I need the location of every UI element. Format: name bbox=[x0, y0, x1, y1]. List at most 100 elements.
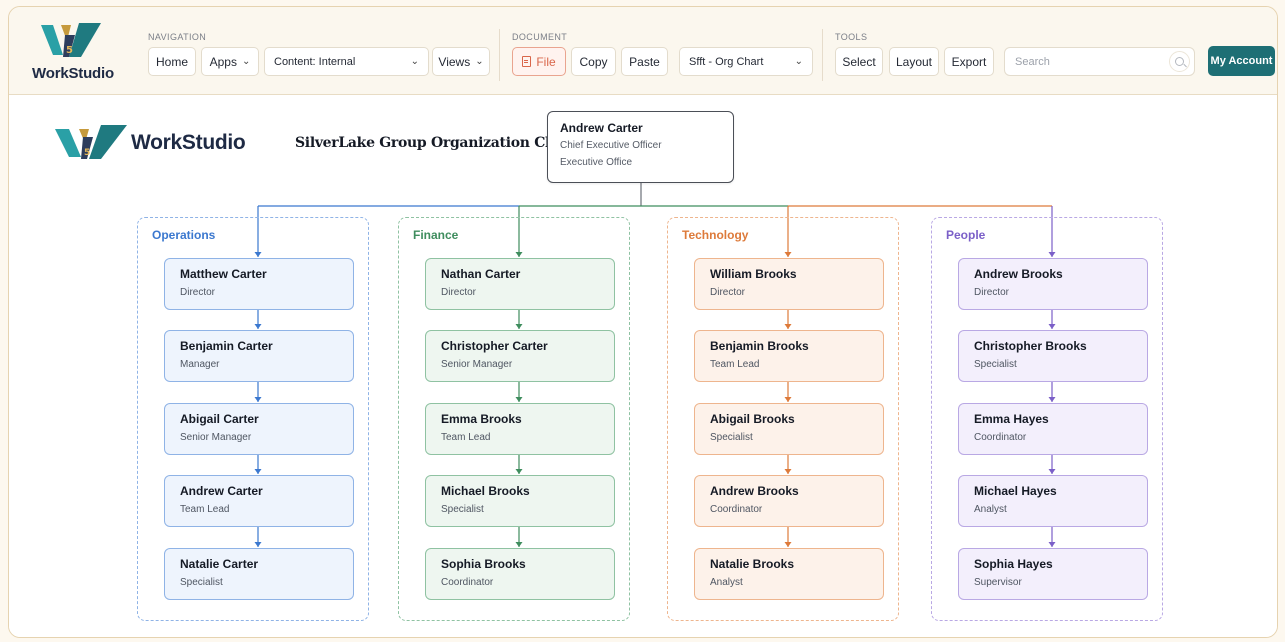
chart-title: SilverLake Group Organization Chart bbox=[295, 135, 577, 151]
copy-button[interactable]: Copy bbox=[571, 47, 616, 76]
employee-card[interactable]: William Brooks Director bbox=[694, 258, 884, 310]
brand-name: WorkStudio bbox=[32, 65, 114, 82]
file-button[interactable]: File bbox=[512, 47, 566, 76]
layout-button[interactable]: Layout bbox=[889, 47, 939, 76]
employee-name: Emma Brooks bbox=[441, 412, 522, 426]
department-column: Technology William Brooks Director Benjamin… bbox=[667, 217, 899, 621]
employee-name: Sophia Hayes bbox=[974, 557, 1053, 571]
chart-canvas[interactable]: 5 WorkStudio SilverLake Group Organizati… bbox=[9, 95, 1277, 637]
employee-card[interactable]: Abigail Brooks Specialist bbox=[694, 403, 884, 455]
canvas-brand: 5 WorkStudio bbox=[55, 123, 265, 163]
employee-card[interactable]: Benjamin Carter Manager bbox=[164, 330, 354, 382]
employee-card[interactable]: Christopher Carter Senior Manager bbox=[425, 330, 615, 382]
employee-role: Team Lead bbox=[710, 359, 760, 370]
employee-name: Sophia Brooks bbox=[441, 557, 526, 571]
department-title: Finance bbox=[413, 228, 459, 242]
employee-role: Specialist bbox=[441, 504, 484, 515]
employee-role: Director bbox=[710, 287, 746, 298]
document-select[interactable]: Sfft - Org Chart ⌄ bbox=[679, 47, 813, 76]
employee-role: Team Lead bbox=[441, 432, 491, 443]
employee-name: William Brooks bbox=[710, 267, 797, 281]
employee-role: Coordinator bbox=[710, 504, 763, 515]
svg-text:5: 5 bbox=[66, 45, 73, 56]
employee-name: Natalie Carter bbox=[180, 557, 259, 571]
employee-card[interactable]: Nathan Carter Director bbox=[425, 258, 615, 310]
content-select[interactable]: Content: Internal ⌄ bbox=[264, 47, 429, 76]
views-menu[interactable]: Views ⌄ bbox=[432, 47, 490, 76]
search-placeholder: Search bbox=[1015, 56, 1050, 68]
app-window: 5 WorkStudio NAVIGATION Home Apps ⌄ Cont… bbox=[8, 6, 1278, 638]
paste-button[interactable]: Paste bbox=[621, 47, 668, 76]
file-button-label: File bbox=[536, 54, 556, 69]
employee-name: Matthew Carter bbox=[180, 267, 267, 281]
content-select-value: Content: Internal bbox=[274, 55, 356, 68]
employee-role: Manager bbox=[180, 359, 220, 370]
employee-name: Natalie Brooks bbox=[710, 557, 795, 571]
my-account-button[interactable]: My Account bbox=[1208, 46, 1275, 76]
employee-card[interactable]: Andrew Brooks Coordinator bbox=[694, 475, 884, 527]
search-field[interactable]: Search bbox=[1004, 47, 1195, 76]
employee-card[interactable]: Michael Hayes Analyst bbox=[958, 475, 1148, 527]
document-group-label: DOCUMENT bbox=[512, 32, 568, 42]
employee-role: Director bbox=[441, 287, 477, 298]
employee-card[interactable]: Abigail Carter Senior Manager bbox=[164, 403, 354, 455]
employee-card[interactable]: Matthew Carter Director bbox=[164, 258, 354, 310]
export-button[interactable]: Export bbox=[944, 47, 994, 76]
employee-role: Analyst bbox=[974, 504, 1007, 515]
employee-name: Christopher Carter bbox=[441, 339, 548, 353]
chevron-down-icon: ⌄ bbox=[475, 56, 484, 67]
employee-name: Christopher Brooks bbox=[974, 339, 1087, 353]
employee-card[interactable]: Natalie Carter Specialist bbox=[164, 548, 354, 600]
employee-role: Coordinator bbox=[441, 577, 494, 588]
navigation-group-label: NAVIGATION bbox=[148, 32, 207, 42]
department-column: Operations Matthew Carter Director Benjamin… bbox=[137, 217, 369, 621]
employee-card[interactable]: Christopher Brooks Specialist bbox=[958, 330, 1148, 382]
search-icon[interactable] bbox=[1169, 51, 1190, 72]
employee-card[interactable]: Natalie Brooks Analyst bbox=[694, 548, 884, 600]
employee-name: Benjamin Brooks bbox=[710, 339, 809, 353]
employee-name: Nathan Carter bbox=[441, 267, 521, 281]
employee-card[interactable]: Benjamin Brooks Team Lead bbox=[694, 330, 884, 382]
brand[interactable]: 5 WorkStudio bbox=[23, 19, 123, 83]
employee-role: Specialist bbox=[180, 577, 223, 588]
department-title: Operations bbox=[152, 228, 216, 242]
toolbar-divider bbox=[822, 29, 823, 81]
employee-role: Specialist bbox=[974, 359, 1017, 370]
employee-name: Andrew Carter bbox=[180, 484, 263, 498]
svg-text:5: 5 bbox=[84, 148, 90, 158]
employee-card[interactable]: Emma Brooks Team Lead bbox=[425, 403, 615, 455]
employee-name: Michael Hayes bbox=[974, 484, 1057, 498]
employee-role: Senior Manager bbox=[441, 359, 513, 370]
apps-menu[interactable]: Apps ⌄ bbox=[201, 47, 259, 76]
home-button[interactable]: Home bbox=[148, 47, 196, 76]
ceo-name: Andrew Carter bbox=[560, 121, 643, 135]
document-select-value: Sfft - Org Chart bbox=[689, 55, 764, 68]
employee-name: Abigail Brooks bbox=[710, 412, 795, 426]
canvas-brand-name: WorkStudio bbox=[131, 131, 246, 154]
chevron-down-icon: ⌄ bbox=[410, 56, 419, 67]
employee-name: Emma Hayes bbox=[974, 412, 1049, 426]
employee-role: Coordinator bbox=[974, 432, 1027, 443]
workstudio-logo-icon: 5 bbox=[55, 125, 127, 159]
employee-card[interactable]: Michael Brooks Specialist bbox=[425, 475, 615, 527]
employee-card[interactable]: Emma Hayes Coordinator bbox=[958, 403, 1148, 455]
employee-card[interactable]: Andrew Carter Team Lead bbox=[164, 475, 354, 527]
tools-group-label: TOOLS bbox=[835, 32, 868, 42]
employee-role: Supervisor bbox=[974, 577, 1022, 588]
chevron-down-icon: ⌄ bbox=[241, 56, 251, 67]
department-column: Finance Nathan Carter Director Christopher … bbox=[398, 217, 630, 621]
ceo-unit: Executive Office bbox=[560, 157, 633, 168]
employee-card[interactable]: Sophia Hayes Supervisor bbox=[958, 548, 1148, 600]
employee-role: Director bbox=[180, 287, 216, 298]
employee-name: Andrew Brooks bbox=[710, 484, 799, 498]
department-title: People bbox=[946, 228, 986, 242]
employee-role: Senior Manager bbox=[180, 432, 252, 443]
ceo-card[interactable]: Andrew Carter Chief Executive Officer Ex… bbox=[547, 111, 734, 183]
employee-role: Director bbox=[974, 287, 1010, 298]
employee-card[interactable]: Andrew Brooks Director bbox=[958, 258, 1148, 310]
employee-card[interactable]: Sophia Brooks Coordinator bbox=[425, 548, 615, 600]
select-tool-button[interactable]: Select bbox=[835, 47, 883, 76]
employee-name: Michael Brooks bbox=[441, 484, 530, 498]
workstudio-logo-icon: 5 bbox=[41, 23, 101, 57]
employee-role: Analyst bbox=[710, 577, 743, 588]
